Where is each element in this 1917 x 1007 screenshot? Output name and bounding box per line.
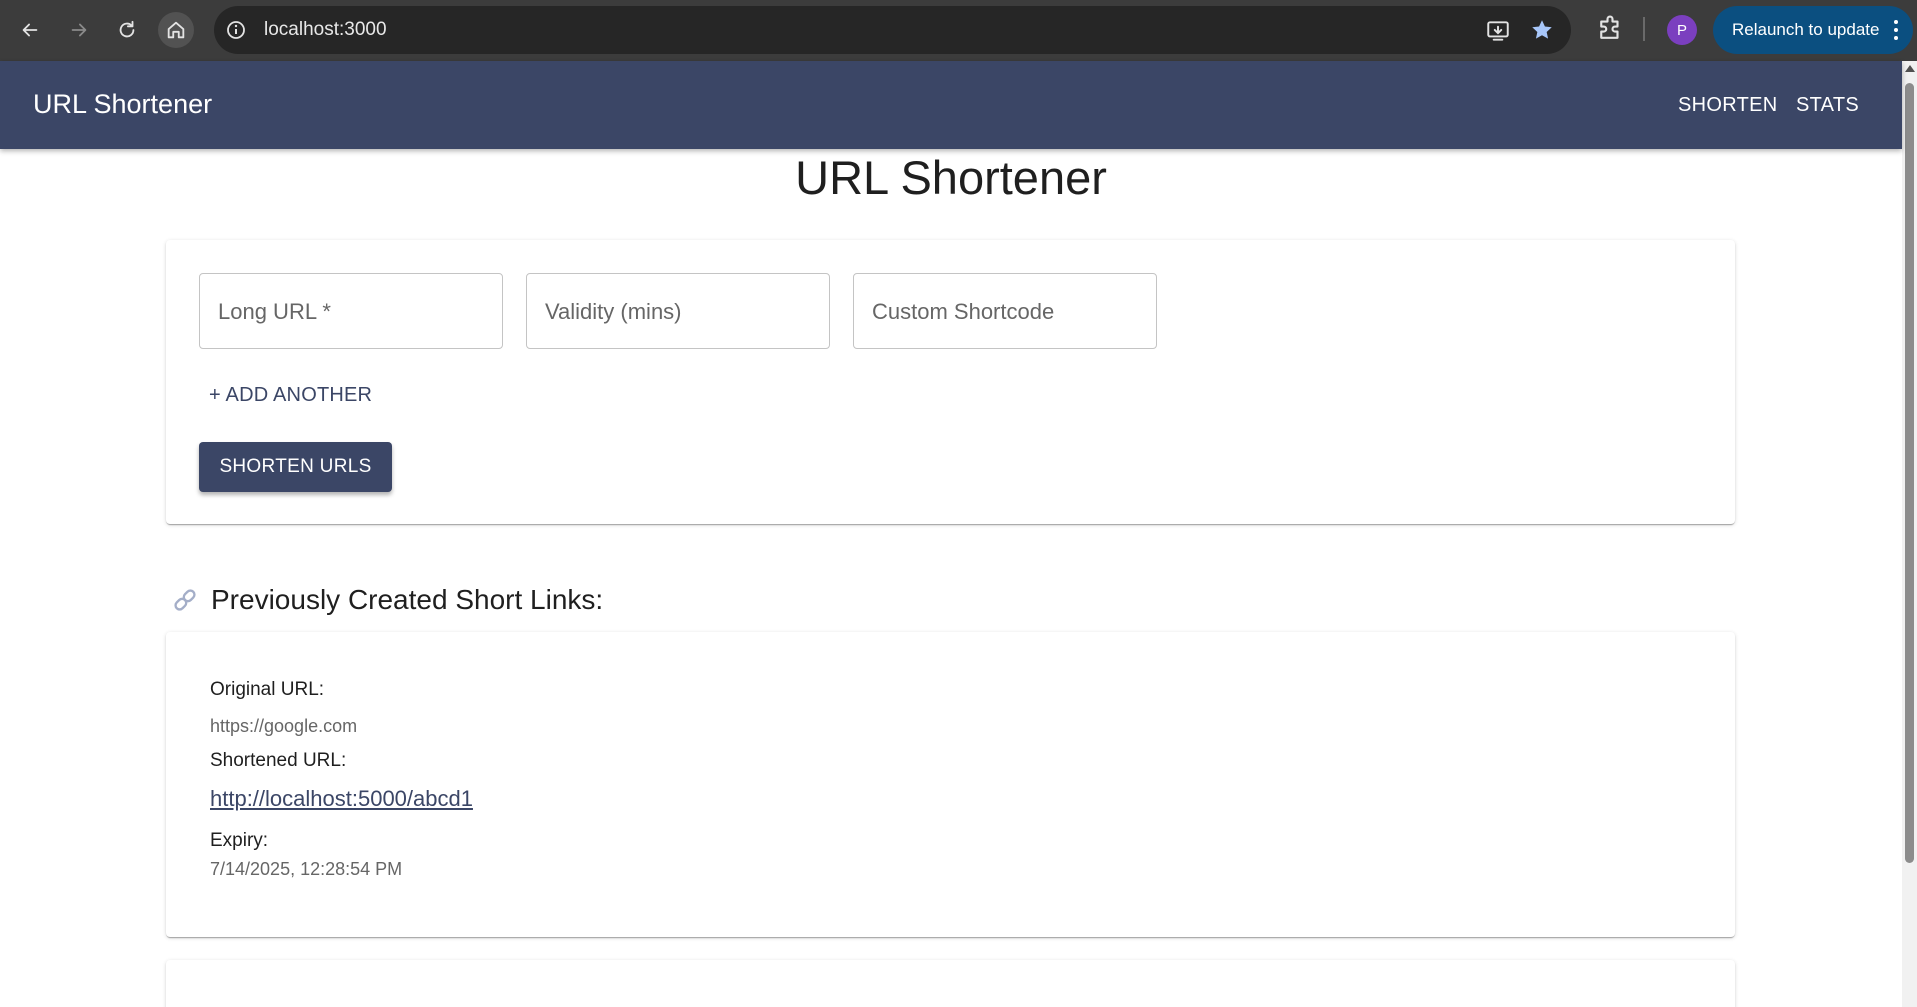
short-link-card: Original URL: https://google.com Shorten… (166, 632, 1735, 937)
relaunch-label: Relaunch to update (1732, 20, 1880, 39)
expiry-label: Expiry: (210, 830, 269, 851)
scroll-up-arrow[interactable] (1905, 65, 1915, 72)
app-bar: URL Shortener SHORTEN STATS (0, 61, 1902, 149)
short-link-card (166, 960, 1735, 1007)
star-icon[interactable] (1529, 17, 1555, 43)
custom-shortcode-placeholder: Custom Shortcode (872, 299, 1055, 324)
link-icon (174, 589, 196, 611)
arrow-left-icon (22, 23, 38, 37)
home-button[interactable] (158, 12, 194, 48)
long-url-field[interactable]: Long URL * (199, 273, 503, 349)
page-title: URL Shortener (795, 151, 1107, 204)
info-icon[interactable] (224, 18, 248, 42)
install-app-icon[interactable] (1485, 18, 1511, 44)
kebab-menu-icon[interactable] (1893, 18, 1899, 42)
page-scrollbar[interactable] (1902, 61, 1917, 1007)
expiry-value: 7/14/2025, 12:28:54 PM (210, 859, 403, 879)
app-brand[interactable]: URL Shortener (33, 89, 212, 120)
validity-placeholder: Validity (mins) (545, 299, 682, 324)
address-bar[interactable]: localhost:3000 (214, 6, 1571, 54)
address-url[interactable]: localhost:3000 (264, 19, 387, 41)
custom-shortcode-field[interactable]: Custom Shortcode (853, 273, 1157, 349)
home-icon (167, 21, 185, 39)
original-url-value: https://google.com (210, 716, 358, 736)
relaunch-button[interactable]: Relaunch to update (1713, 6, 1913, 54)
validity-field[interactable]: Validity (mins) (526, 273, 830, 349)
shorten-urls-button[interactable]: SHORTEN URLS (199, 442, 392, 492)
toolbar-divider (1643, 17, 1645, 41)
puzzle-icon[interactable] (1595, 14, 1625, 44)
reload-button[interactable] (109, 12, 145, 48)
profile-avatar[interactable]: P (1667, 15, 1697, 45)
browser-toolbar: localhost:3000 P Relaunch to update (0, 0, 1917, 61)
add-another-button[interactable]: + ADD ANOTHER (209, 384, 372, 407)
nav-stats[interactable]: STATS (1796, 94, 1859, 117)
back-button[interactable] (12, 12, 48, 48)
reload-icon (119, 20, 135, 38)
history-heading: Previously Created Short Links: (171, 584, 603, 616)
arrow-right-icon (71, 23, 87, 37)
original-url-label: Original URL: (210, 679, 325, 700)
history-heading-text: Previously Created Short Links: (211, 584, 604, 615)
shortened-url-label: Shortened URL: (210, 750, 347, 771)
shorten-form-card: Long URL * Validity (mins) Custom Shortc… (166, 240, 1735, 524)
long-url-placeholder: Long URL * (218, 299, 331, 324)
scroll-thumb[interactable] (1905, 83, 1914, 863)
shortened-url-link[interactable]: http://localhost:5000/abcd1 (210, 786, 473, 812)
nav-shorten[interactable]: SHORTEN (1678, 94, 1778, 117)
forward-button[interactable] (61, 12, 97, 48)
